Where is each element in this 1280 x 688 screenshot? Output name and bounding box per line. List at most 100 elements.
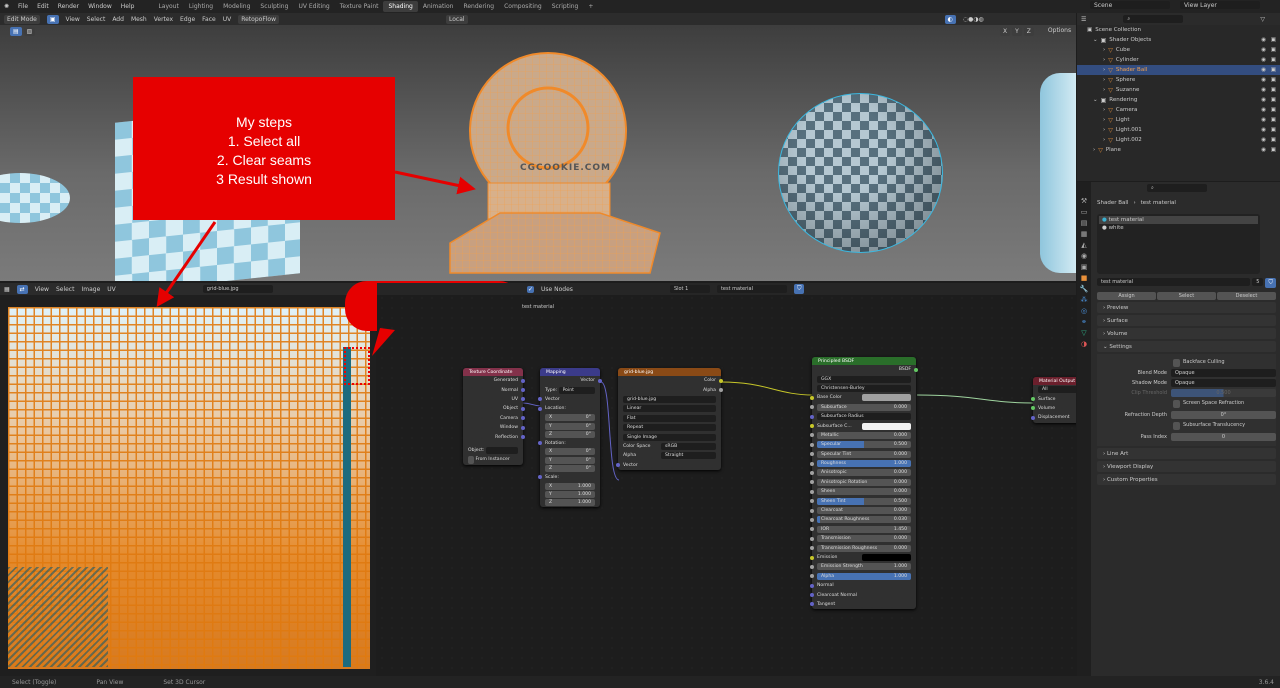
image-file-field[interactable]: grid-blue.jpg [623,395,716,403]
rotation-x-field[interactable]: X 0° [545,448,595,456]
slot-white[interactable]: ● white [1099,224,1258,232]
scene-field[interactable]: Scene [1090,1,1170,9]
editor-type-icon[interactable]: ▦ [4,286,10,293]
alpha-dropdown[interactable]: Straight [661,452,716,460]
sync-selection-icon[interactable]: ⇄ [16,284,28,294]
principled-bsdf-node[interactable]: Principled BSDF BSDF GGX Christensen-Burley… [810,357,918,610]
add-workspace-button[interactable]: + [583,1,598,12]
properties-search[interactable]: ⌕ [1147,184,1207,192]
expand-icon[interactable]: ⌄ [1093,37,1098,43]
socket[interactable] [598,378,602,383]
visibility-eye-icon[interactable]: ◉ [1261,117,1266,123]
world-tab-icon[interactable]: ◉ [1077,251,1091,262]
clip-threshold-slider[interactable]: 0.500 [1171,389,1276,397]
modifier-tab-icon[interactable]: 🔧 [1077,284,1091,295]
outliner-row[interactable]: › ▽ Camera ◉ ▣ [1077,105,1280,115]
scene-collection-row[interactable]: ▣ Scene Collection [1077,25,1280,35]
from-instancer-checkbox[interactable] [468,455,474,464]
material-output-node[interactable]: Material Output All Surface Volume Displacem… [1031,377,1076,423]
bsdf-field[interactable]: Anisotropic 0.000 [817,469,911,477]
location-y-field[interactable]: Y 0° [545,422,595,430]
socket[interactable] [521,378,525,383]
blend-mode-dropdown[interactable]: Opaque [1171,369,1276,377]
uv-menu-select[interactable]: Select [56,286,75,293]
object-tab-icon[interactable]: ■ [1077,273,1091,284]
expand-icon[interactable]: › [1103,107,1105,113]
expand-icon[interactable]: › [1103,47,1105,53]
visibility-eye-icon[interactable]: ◉ [1261,47,1266,53]
socket[interactable] [1031,406,1035,411]
fake-user-icon[interactable]: ⛉ [1265,278,1276,288]
outliner-row[interactable]: ⌄ ▣ Rendering ◉ ▣ [1077,95,1280,105]
extension-dropdown[interactable]: Repeat [623,424,716,432]
shadow-mode-dropdown[interactable]: Opaque [1171,379,1276,387]
tab-scripting[interactable]: Scripting [547,1,584,12]
tab-uv-editing[interactable]: UV Editing [293,1,334,12]
deselect-button[interactable]: Deselect [1217,292,1276,300]
render-tab-icon[interactable]: ▭ [1077,207,1091,218]
image-selector[interactable]: grid-blue.jpg [202,285,273,293]
material-tab-icon[interactable]: ◑ [1077,339,1091,350]
socket[interactable] [719,378,723,383]
view-layer-field[interactable]: View Layer [1180,1,1260,9]
menu-help[interactable]: Help [121,3,135,10]
outliner-row[interactable]: › ▽ Light ◉ ▣ [1077,115,1280,125]
outliner-row[interactable]: › ▽ Shader Ball ◉ ▣ [1077,65,1280,75]
menu-select[interactable]: Select [87,16,106,23]
shader-ball-object[interactable] [420,43,680,281]
socket[interactable] [810,527,814,532]
bsdf-field[interactable]: Specular 0.500 [817,441,911,449]
render-camera-icon[interactable]: ▣ [1271,137,1276,143]
color-space-dropdown[interactable]: sRGB [661,442,716,450]
socket[interactable] [810,517,814,522]
uv-menu-uv[interactable]: UV [107,286,116,293]
ssr-checkbox[interactable]: Screen Space Refraction [1173,400,1276,408]
expand-icon[interactable]: › [1103,87,1105,93]
socket[interactable] [538,406,542,411]
bsdf-field[interactable]: Specular Tint 0.000 [817,450,911,458]
socket[interactable] [538,397,542,402]
rotation-y-field[interactable]: Y 0° [545,456,595,464]
expand-icon[interactable]: › [1103,67,1105,73]
menu-file[interactable]: File [18,3,28,10]
select-button[interactable]: Select [1157,292,1216,300]
outliner-row[interactable]: › ▽ Light.001 ◉ ▣ [1077,125,1280,135]
distribution-dropdown[interactable]: GGX [817,375,911,383]
socket[interactable] [810,395,814,400]
menu-add[interactable]: Add [112,16,124,23]
outliner-row[interactable]: › ▽ Sphere ◉ ▣ [1077,75,1280,85]
socket[interactable] [810,583,814,588]
menu-face[interactable]: Face [202,16,216,23]
interpolation-dropdown[interactable]: Linear [623,405,716,413]
render-camera-icon[interactable]: ▣ [1271,87,1276,93]
visibility-eye-icon[interactable]: ◉ [1261,87,1266,93]
refraction-depth-field[interactable]: 0° [1171,411,1276,419]
blender-logo-icon[interactable]: ✺ [4,3,9,10]
outliner-search[interactable]: ⌕ [1123,15,1184,23]
collection-tab-icon[interactable]: ▣ [1077,262,1091,273]
expand-icon[interactable]: › [1103,137,1105,143]
render-camera-icon[interactable]: ▣ [1271,47,1276,53]
outliner-row[interactable]: › ▽ Cube ◉ ▣ [1077,45,1280,55]
color-swatch[interactable] [862,394,911,402]
socket[interactable] [810,470,814,475]
bsdf-field[interactable]: Anisotropic Rotation 0.000 [817,478,911,486]
mapping-node[interactable]: Mapping Vector Type: Point Vector Location: X… [538,368,602,508]
socket[interactable] [1031,415,1035,420]
uv-image-canvas[interactable] [8,307,370,669]
socket[interactable] [521,435,525,440]
uv-editor[interactable]: ▦ ⇄ View Select Image UV grid-blue.jpg [0,283,376,676]
particles-tab-icon[interactable]: ⁂ [1077,295,1091,306]
sst-checkbox[interactable]: Subsurface Translucency [1173,422,1276,430]
axis-z[interactable]: Z [1023,27,1034,36]
tab-compositing[interactable]: Compositing [499,1,547,12]
tab-rendering[interactable]: Rendering [458,1,499,12]
menu-uv[interactable]: UV [223,16,232,23]
render-camera-icon[interactable]: ▣ [1271,67,1276,73]
socket[interactable] [810,593,814,598]
panel-settings[interactable]: ⌄ Settings [1097,341,1276,352]
bsdf-field[interactable]: IOR 1.450 [817,525,911,533]
socket[interactable] [810,536,814,541]
source-dropdown[interactable]: Single Image [623,433,716,441]
expand-icon[interactable]: ⌄ [1093,97,1098,103]
